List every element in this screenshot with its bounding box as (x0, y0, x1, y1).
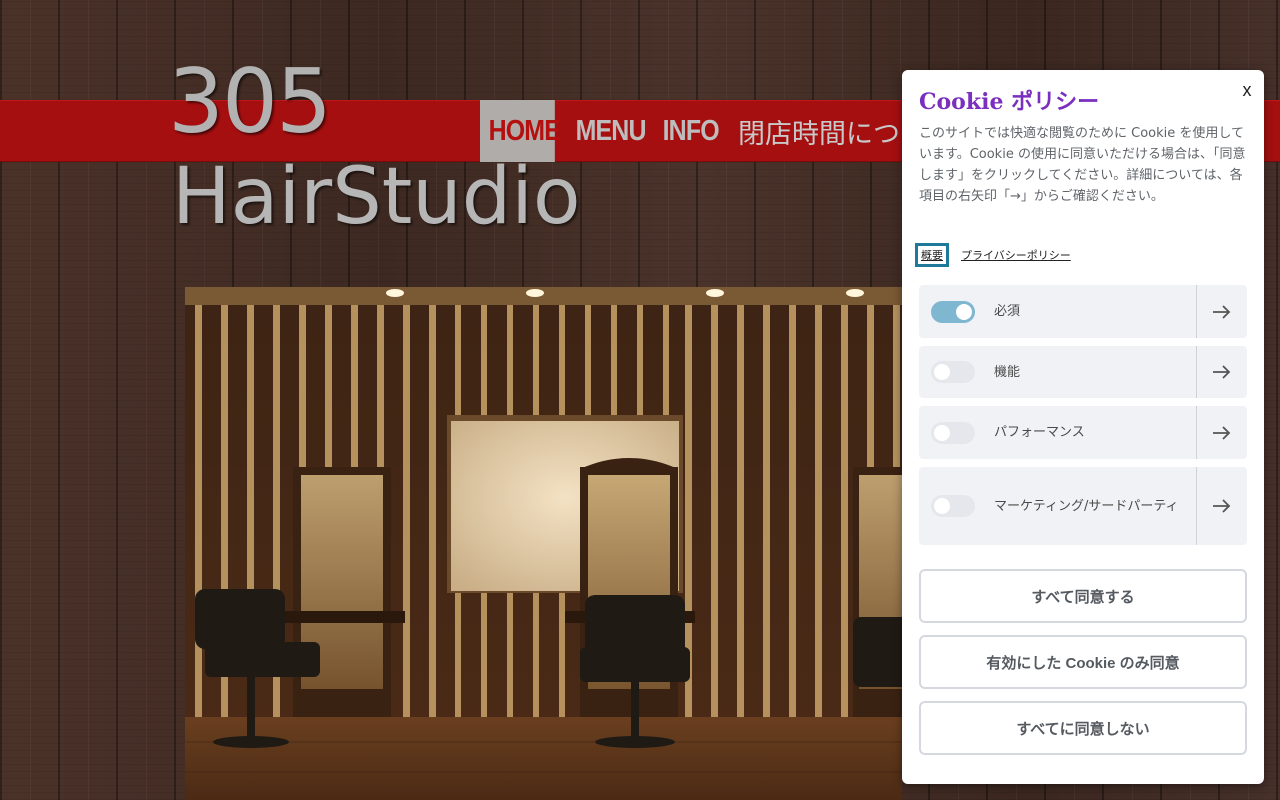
cookie-category-functional: 機能 (919, 346, 1247, 398)
nav-closing-hours[interactable]: 閉店時間につ (738, 100, 900, 162)
cookie-category-label: 必須 (994, 304, 1021, 319)
tab-overview[interactable]: 概要 (915, 243, 949, 267)
arrow-right-icon[interactable] (1197, 346, 1247, 398)
cookie-category-required: 必須 (919, 285, 1247, 338)
close-icon[interactable]: x (1240, 80, 1254, 100)
logo-name[interactable]: HairStudio (172, 158, 581, 236)
cookie-category-label: パフォーマンス (994, 425, 1085, 440)
cookie-category-label: マーケティング/サードパーティ (994, 498, 1179, 514)
cookie-category-performance: パフォーマンス (919, 406, 1247, 459)
accept-all-button[interactable]: すべて同意する (919, 569, 1247, 623)
cookie-title: Cookie ポリシー (919, 89, 1100, 115)
hero-photo (185, 287, 902, 800)
toggle-marketing[interactable] (931, 495, 975, 517)
cookie-consent-panel: Cookie ポリシー x このサイトでは快適な閲覧のために Cookie を使… (902, 70, 1264, 784)
logo-number[interactable]: 305 (168, 58, 332, 146)
accept-selected-button[interactable]: 有効にした Cookie のみ同意 (919, 635, 1247, 689)
reject-all-button[interactable]: すべてに同意しない (919, 701, 1247, 755)
toggle-required[interactable] (931, 300, 975, 323)
nav-info[interactable]: INFO (654, 100, 720, 162)
cookie-tabs: 概要 プライバシーポリシー (915, 243, 1071, 267)
cookie-category-label: 機能 (994, 364, 1021, 380)
toggle-performance[interactable] (931, 421, 975, 444)
arrow-right-icon[interactable] (1197, 406, 1247, 459)
arrow-right-icon[interactable] (1197, 467, 1247, 545)
toggle-functional[interactable] (931, 361, 975, 383)
tab-privacy-policy[interactable]: プライバシーポリシー (961, 247, 1071, 263)
arrow-right-icon[interactable] (1197, 285, 1247, 338)
cookie-category-marketing: マーケティング/サードパーティ (919, 467, 1247, 545)
cookie-description: このサイトでは快適な閲覧のために Cookie を使用しています。Cookie … (919, 126, 1246, 204)
